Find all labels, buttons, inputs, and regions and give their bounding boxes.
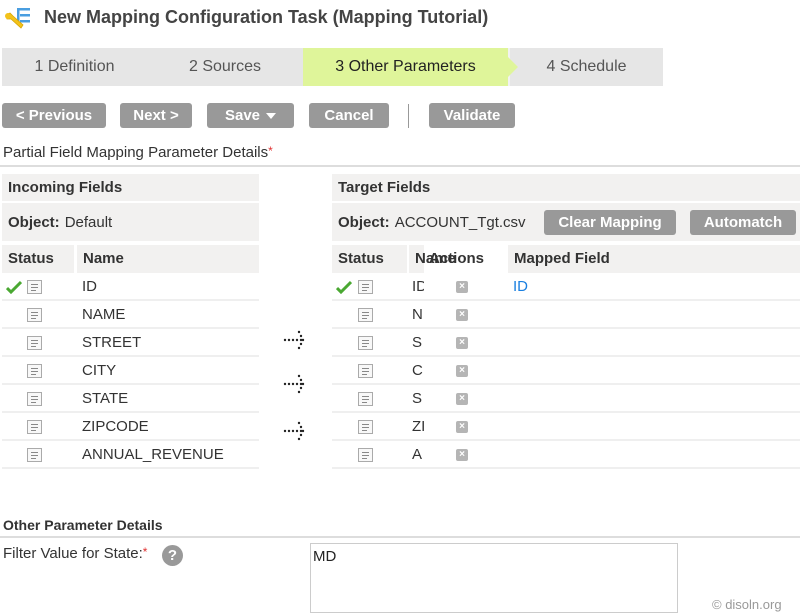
target-field-row[interactable]: C × xyxy=(332,357,800,385)
field-doc-icon xyxy=(358,336,373,350)
step-schedule[interactable]: 4 Schedule xyxy=(508,48,663,86)
target-field-name: S xyxy=(412,334,423,351)
check-icon xyxy=(336,280,352,294)
map-arrow-icon xyxy=(283,330,305,350)
incoming-col-name[interactable]: Name xyxy=(77,245,259,273)
incoming-field-row[interactable]: ID xyxy=(2,273,259,301)
mapped-field-link[interactable]: ID xyxy=(513,278,528,295)
field-doc-icon xyxy=(27,448,42,462)
target-object-value: ACCOUNT_Tgt.csv xyxy=(394,213,526,231)
wrench-tree-icon xyxy=(5,8,30,29)
page-title: New Mapping Configuration Task (Mapping … xyxy=(44,7,489,27)
field-doc-icon xyxy=(358,364,373,378)
required-mark: * xyxy=(142,545,148,559)
step-definition[interactable]: 1 Definition xyxy=(2,48,147,86)
incoming-field-row[interactable]: STREET xyxy=(2,329,259,357)
incoming-field-name: STREET xyxy=(82,334,142,351)
field-doc-icon xyxy=(27,392,42,406)
toolbar-divider xyxy=(408,104,409,128)
field-doc-icon xyxy=(358,392,373,406)
step-sources[interactable]: 2 Sources xyxy=(147,48,303,86)
section-divider xyxy=(0,165,800,167)
incoming-field-row[interactable]: NAME xyxy=(2,301,259,329)
remove-icon[interactable]: × xyxy=(456,365,468,377)
incoming-object-row: Object: Default xyxy=(2,203,259,241)
remove-icon[interactable]: × xyxy=(456,393,468,405)
incoming-field-name: NAME xyxy=(82,306,126,323)
cancel-button[interactable]: Cancel xyxy=(309,103,389,128)
remove-icon[interactable]: × xyxy=(456,281,468,293)
incoming-field-row[interactable]: ANNUAL_REVENUE xyxy=(2,441,259,469)
map-arrow-icon xyxy=(283,374,305,394)
filter-state-label-text: Filter Value for State: xyxy=(3,545,143,562)
incoming-field-name: CITY xyxy=(82,362,117,379)
check-icon xyxy=(6,280,22,294)
target-field-name: C xyxy=(412,362,423,379)
incoming-object-value: Default xyxy=(64,213,113,231)
target-field-row[interactable]: A × xyxy=(332,441,800,469)
filter-state-label: Filter Value for State:* xyxy=(3,545,147,562)
partial-mapping-title: Partial Field Mapping Parameter Details* xyxy=(3,144,273,161)
field-doc-icon xyxy=(27,336,42,350)
next-button[interactable]: Next > xyxy=(120,103,192,128)
validate-button[interactable]: Validate xyxy=(429,103,515,128)
page-header: New Mapping Configuration Task (Mapping … xyxy=(0,0,800,36)
incoming-field-row[interactable]: STATE xyxy=(2,385,259,413)
previous-button[interactable]: < Previous xyxy=(2,103,106,128)
target-col-mapped-field[interactable]: Mapped Field xyxy=(508,245,800,273)
automatch-button[interactable]: Automatch xyxy=(690,210,796,235)
target-col-status[interactable]: Status xyxy=(332,245,407,273)
incoming-field-name: ZIPCODE xyxy=(82,418,149,435)
field-doc-icon xyxy=(358,308,373,322)
incoming-field-name: ANNUAL_REVENUE xyxy=(82,446,224,463)
target-field-row[interactable]: N × xyxy=(332,301,800,329)
target-field-name: N xyxy=(412,306,423,323)
section-divider xyxy=(0,536,800,538)
incoming-field-row[interactable]: ZIPCODE xyxy=(2,413,259,441)
help-icon[interactable]: ? xyxy=(162,545,183,566)
field-doc-icon xyxy=(358,280,373,294)
clear-mapping-button[interactable]: Clear Mapping xyxy=(544,210,676,235)
filter-state-input[interactable] xyxy=(310,543,678,613)
object-label: Object: xyxy=(8,213,60,231)
remove-icon[interactable]: × xyxy=(456,337,468,349)
step-other-parameters[interactable]: 3 Other Parameters xyxy=(303,48,518,86)
incoming-field-name: STATE xyxy=(82,390,129,407)
other-params-title: Other Parameter Details xyxy=(3,517,163,533)
target-field-row[interactable]: S × xyxy=(332,329,800,357)
target-fields-header: Target Fields xyxy=(332,174,800,201)
map-arrow-icon xyxy=(283,421,305,441)
incoming-field-name: ID xyxy=(82,278,97,295)
incoming-col-status[interactable]: Status xyxy=(2,245,74,273)
incoming-fields-header: Incoming Fields xyxy=(2,174,259,201)
target-field-row[interactable]: ID × ID xyxy=(332,273,800,301)
remove-icon[interactable]: × xyxy=(456,449,468,461)
target-field-name: ID xyxy=(412,278,424,295)
target-field-name: ZI xyxy=(412,418,424,435)
save-button[interactable]: Save xyxy=(207,103,294,128)
field-doc-icon xyxy=(358,420,373,434)
save-label: Save xyxy=(224,107,261,124)
remove-icon[interactable]: × xyxy=(456,309,468,321)
target-field-row[interactable]: S × xyxy=(332,385,800,413)
remove-icon[interactable]: × xyxy=(456,421,468,433)
field-doc-icon xyxy=(27,308,42,322)
target-field-name: S xyxy=(412,390,423,407)
incoming-field-row[interactable]: CITY xyxy=(2,357,259,385)
object-label: Object: xyxy=(338,213,390,231)
partial-mapping-title-text: Partial Field Mapping Parameter Details xyxy=(3,144,269,161)
wizard-steps: 1 Definition 2 Sources 3 Other Parameter… xyxy=(2,48,663,86)
target-col-actions[interactable]: Actions xyxy=(426,245,506,273)
field-doc-icon xyxy=(27,280,42,294)
field-doc-icon xyxy=(358,448,373,462)
target-col-name[interactable]: Name xyxy=(409,245,456,273)
watermark: © disoln.org xyxy=(712,597,782,612)
field-doc-icon xyxy=(27,364,42,378)
target-field-name: A xyxy=(412,446,423,463)
field-doc-icon xyxy=(27,420,42,434)
target-field-row[interactable]: ZI × xyxy=(332,413,800,441)
required-mark: * xyxy=(268,144,273,158)
chevron-down-icon xyxy=(266,113,277,120)
